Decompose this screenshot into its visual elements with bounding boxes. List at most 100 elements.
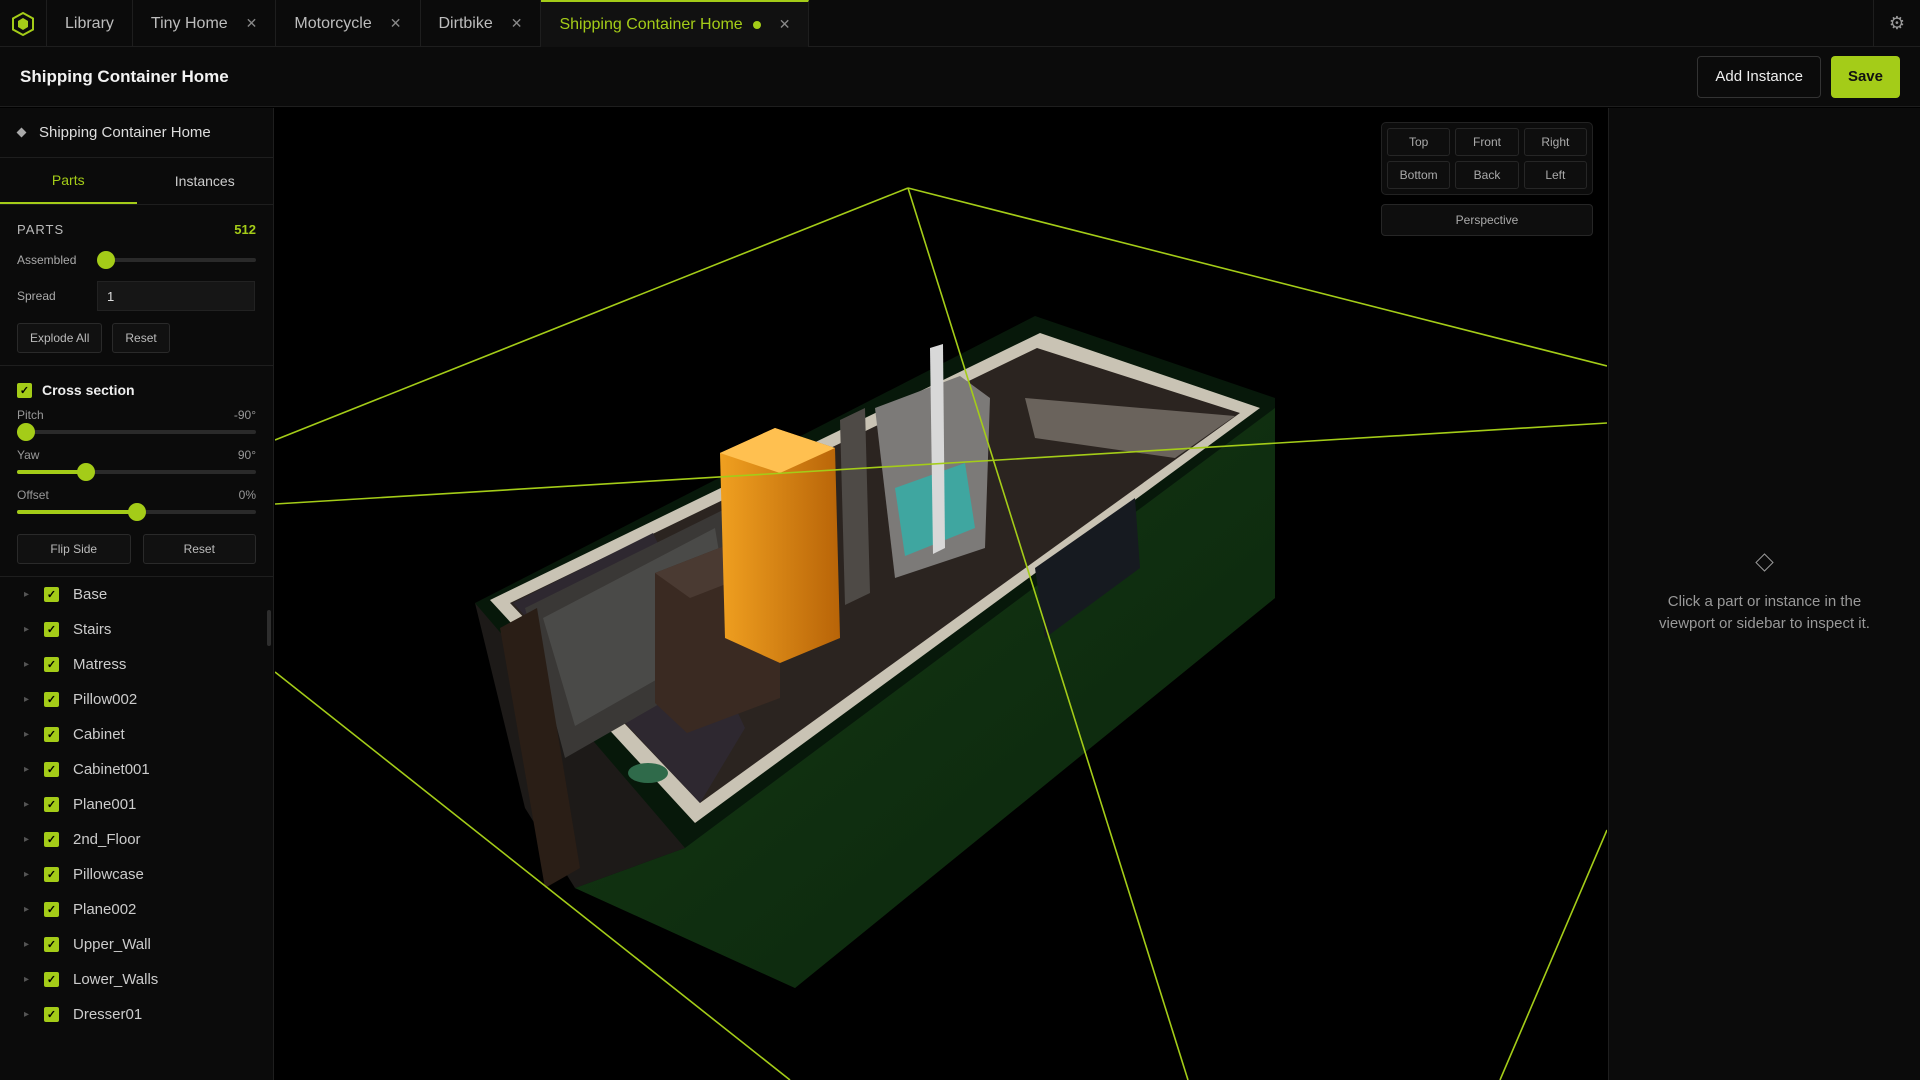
checkbox-icon[interactable]: ✓: [44, 762, 59, 777]
list-item[interactable]: ▸ ✓ Pillow002: [0, 682, 273, 717]
checkbox-icon[interactable]: ✓: [44, 692, 59, 707]
yaw-slider[interactable]: [17, 462, 256, 482]
gear-icon[interactable]: ⚙: [1873, 0, 1920, 46]
tab-dirtbike[interactable]: Dirtbike ✕: [421, 0, 542, 47]
assembled-slider[interactable]: [97, 250, 256, 270]
caret-icon[interactable]: ▸: [24, 799, 44, 810]
spread-input[interactable]: 1: [97, 281, 255, 311]
reset-button[interactable]: Reset: [142, 534, 256, 564]
cross-section-toggle[interactable]: ✓ Cross section: [17, 378, 256, 402]
checkbox-icon[interactable]: ✓: [44, 657, 59, 672]
tab-instances[interactable]: Instances: [137, 158, 274, 204]
scrollbar[interactable]: [267, 610, 271, 646]
part-name: Base: [73, 586, 108, 603]
app-logo-icon[interactable]: [0, 0, 47, 47]
offset-slider[interactable]: [17, 502, 256, 522]
3d-viewport[interactable]: Top Front Right Bottom Back Left Perspec…: [275, 108, 1607, 1080]
checkbox-icon[interactable]: ✓: [44, 797, 59, 812]
caret-icon[interactable]: ▸: [24, 764, 44, 775]
part-name: Lower_Walls: [73, 971, 159, 988]
tab-tiny-home[interactable]: Tiny Home ✕: [133, 0, 277, 47]
checkbox-icon[interactable]: ✓: [44, 937, 59, 952]
tab-motorcycle[interactable]: Motorcycle ✕: [276, 0, 421, 47]
list-item[interactable]: ▸ ✓ Stairs: [0, 612, 273, 647]
checkbox-icon[interactable]: ✓: [44, 1007, 59, 1022]
caret-icon[interactable]: ▸: [24, 624, 44, 635]
caret-icon[interactable]: ▸: [24, 589, 44, 600]
close-icon[interactable]: ✕: [390, 15, 402, 32]
list-item[interactable]: ▸ ✓ Lower_Walls: [0, 962, 273, 997]
checkbox-icon[interactable]: ✓: [44, 727, 59, 742]
slider-handle[interactable]: [17, 423, 35, 441]
explode-all-button[interactable]: Explode All: [17, 323, 103, 353]
list-item[interactable]: ▸ ✓ Base: [0, 577, 273, 612]
caret-icon[interactable]: ▸: [24, 1009, 44, 1020]
slider-handle[interactable]: [76, 463, 95, 481]
close-icon[interactable]: ✕: [779, 16, 791, 33]
add-instance-button[interactable]: Add Instance: [1697, 55, 1821, 98]
list-item[interactable]: ▸ ✓ Pillowcase: [0, 857, 273, 892]
cross-section-actions: Flip Side Reset: [17, 534, 256, 564]
parts-count: 512: [234, 221, 256, 237]
checkbox-icon[interactable]: ✓: [44, 832, 59, 847]
view-right-button[interactable]: Right: [1523, 128, 1587, 156]
save-button[interactable]: Save: [1830, 55, 1900, 98]
tab-shipping-container-home[interactable]: Shipping Container Home ✕: [541, 0, 810, 47]
checkbox-icon[interactable]: ✓: [44, 972, 59, 987]
caret-icon[interactable]: ▸: [24, 694, 44, 705]
inspector-empty-state: Click a part or instance in the viewport…: [1609, 553, 1920, 635]
sidebar-tabs: Parts Instances: [0, 158, 273, 205]
section-plane-edge: [275, 187, 909, 441]
caret-icon[interactable]: ▸: [24, 659, 44, 670]
partition-wall: [840, 408, 870, 605]
slider-handle[interactable]: [127, 503, 146, 521]
list-item[interactable]: ▸ ✓ Matress: [0, 647, 273, 682]
tab-label: Shipping Container Home: [559, 15, 743, 33]
caret-icon[interactable]: ▸: [24, 729, 44, 740]
inspector-empty-text: Click a part or instance in the viewport…: [1659, 593, 1870, 632]
tab-label: Library: [65, 14, 114, 32]
parts-header: PARTS 512: [17, 217, 256, 241]
checkbox-icon[interactable]: ✓: [44, 622, 59, 637]
close-icon[interactable]: ✕: [246, 15, 258, 32]
checkbox-icon[interactable]: ✓: [44, 902, 59, 917]
part-name: 2nd_Floor: [73, 831, 141, 848]
list-item[interactable]: ▸ ✓ Upper_Wall: [0, 927, 273, 962]
view-bottom-button[interactable]: Bottom: [1387, 161, 1451, 189]
caret-icon[interactable]: ▸: [24, 939, 44, 950]
part-name: Upper_Wall: [73, 936, 151, 953]
caret-icon[interactable]: ▸: [24, 869, 44, 880]
caret-icon[interactable]: ▸: [24, 904, 44, 915]
slider-handle[interactable]: [97, 251, 115, 269]
caret-icon[interactable]: ▸: [24, 974, 44, 985]
view-left-button[interactable]: Left: [1523, 161, 1587, 189]
checkbox-icon[interactable]: ✓: [17, 382, 32, 398]
slider-fill: [17, 470, 86, 474]
list-item[interactable]: ▸ ✓ Plane001: [0, 787, 273, 822]
flip-side-button[interactable]: Flip Side: [17, 534, 131, 564]
close-icon[interactable]: ✕: [511, 15, 523, 32]
view-top-button[interactable]: Top: [1387, 128, 1451, 156]
list-item[interactable]: ▸ ✓ Plane002: [0, 892, 273, 927]
list-item[interactable]: ▸ ✓ Cabinet: [0, 717, 273, 752]
part-name: Dresser01: [73, 1006, 143, 1023]
pitch-slider[interactable]: [17, 422, 256, 442]
scene-render[interactable]: [275, 108, 1607, 1080]
reset-button[interactable]: Reset: [112, 323, 170, 353]
tab-parts[interactable]: Parts: [0, 158, 137, 204]
checkbox-icon[interactable]: ✓: [44, 587, 59, 602]
offset-value: 0%: [238, 488, 256, 502]
pitch-label: Pitch: [17, 408, 44, 422]
tab-library[interactable]: Library: [47, 0, 133, 47]
list-item[interactable]: ▸ ✓ Cabinet001: [0, 752, 273, 787]
slider-fill: [17, 510, 137, 514]
view-back-button[interactable]: Back: [1455, 161, 1519, 189]
part-list: ▸ ✓ Base ▸ ✓ Stairs ▸ ✓ Matress ▸ ✓ Pillow002 ▸ ✓ Cabi…: [0, 577, 273, 1032]
perspective-toggle[interactable]: Perspective: [1381, 204, 1593, 236]
caret-icon[interactable]: ▸: [24, 834, 44, 845]
list-item[interactable]: ▸ ✓ Dresser01: [0, 997, 273, 1032]
checkbox-icon[interactable]: ✓: [44, 867, 59, 882]
view-front-button[interactable]: Front: [1455, 128, 1519, 156]
list-item[interactable]: ▸ ✓ 2nd_Floor: [0, 822, 273, 857]
sidebar-title-label: Shipping Container Home: [39, 124, 211, 141]
